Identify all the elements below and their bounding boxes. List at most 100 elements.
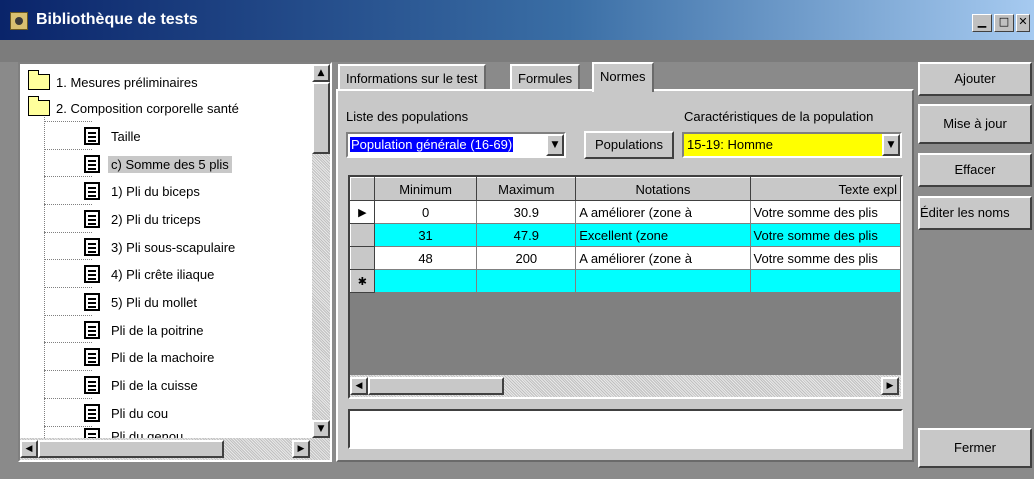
- tree-test-item[interactable]: 4) Pli crête iliaque: [84, 262, 217, 286]
- description-textbox[interactable]: [348, 409, 903, 449]
- tab-informations[interactable]: Informations sur le test: [338, 64, 486, 90]
- tree-label: Pli du cou: [111, 405, 169, 421]
- column-header-minimum[interactable]: Minimum: [373, 177, 478, 201]
- grid-horizontal-scrollbar[interactable]: ◀ ▶: [350, 375, 901, 397]
- cell-maximum[interactable]: 47.9: [476, 223, 577, 247]
- tree-test-item[interactable]: Pli de la machoire: [84, 345, 217, 369]
- tree-test-item[interactable]: c) Somme des 5 plis: [84, 152, 232, 176]
- document-icon: [84, 293, 100, 311]
- tree-connector: [44, 287, 92, 288]
- tree-test-item[interactable]: 5) Pli du mollet: [84, 290, 200, 314]
- row-selector-header: [350, 177, 375, 201]
- cell-minimum[interactable]: 48: [373, 246, 478, 270]
- minimize-button[interactable]: ▁: [972, 14, 992, 32]
- tab-formules[interactable]: Formules: [510, 64, 581, 90]
- cell-notation[interactable]: [575, 269, 751, 293]
- folder-open-icon: [28, 96, 50, 116]
- tree-label: 4) Pli crête iliaque: [111, 266, 215, 282]
- column-header-texte[interactable]: Texte expl: [749, 177, 901, 201]
- tree-folder-item[interactable]: 1. Mesures préliminaires: [28, 70, 201, 94]
- app-icon: [10, 12, 28, 30]
- tree-connector: [44, 232, 92, 233]
- tree-test-item[interactable]: Pli de la poitrine: [84, 318, 207, 342]
- normes-table: Minimum Maximum Notations Texte expl ▶ 0…: [350, 177, 901, 293]
- document-icon: [84, 127, 100, 145]
- ajouter-button[interactable]: Ajouter: [918, 62, 1032, 96]
- scroll-left-icon[interactable]: ◀: [20, 440, 38, 458]
- tree-test-item[interactable]: 1) Pli du biceps: [84, 179, 203, 203]
- table-row[interactable]: 31 47.9 Excellent (zone Votre somme des …: [350, 223, 901, 247]
- population-select[interactable]: Population générale (16-69) ▼: [346, 132, 566, 158]
- maximize-button[interactable]: □: [994, 14, 1014, 32]
- scroll-down-icon[interactable]: ▼: [312, 420, 330, 438]
- tree-test-item[interactable]: 2) Pli du triceps: [84, 207, 204, 231]
- scroll-thumb[interactable]: [38, 440, 224, 458]
- tree-connector: [44, 370, 92, 371]
- row-selector[interactable]: [350, 223, 375, 247]
- tree-label: Pli de la cuisse: [111, 377, 198, 393]
- cell-texte[interactable]: Votre somme des plis: [749, 223, 901, 247]
- close-button[interactable]: ✕: [1016, 14, 1030, 32]
- editer-noms-button[interactable]: Éditer les noms: [918, 196, 1032, 230]
- caracteristiques-select[interactable]: 15-19: Homme ▼: [682, 132, 902, 158]
- cell-minimum[interactable]: 0: [373, 200, 478, 224]
- tree-test-item[interactable]: Pli de la cuisse: [84, 373, 201, 397]
- scroll-up-icon[interactable]: ▲: [312, 64, 330, 82]
- tree-label: 1) Pli du biceps: [111, 183, 200, 199]
- tree-label: 3) Pli sous-scapulaire: [111, 239, 236, 255]
- tree-folder-item[interactable]: 2. Composition corporelle santé: [28, 96, 242, 120]
- scroll-right-icon[interactable]: ▶: [881, 377, 899, 395]
- cell-notation[interactable]: A améliorer (zone à: [575, 246, 751, 270]
- fermer-button[interactable]: Fermer: [918, 428, 1032, 468]
- new-row-marker-icon[interactable]: ✱: [350, 269, 375, 293]
- table-row[interactable]: 48 200 A améliorer (zone à Votre somme d…: [350, 246, 901, 270]
- populations-label: Liste des populations: [346, 109, 469, 124]
- cell-maximum[interactable]: [476, 269, 577, 293]
- title-strip: [0, 40, 1034, 62]
- scroll-thumb[interactable]: [312, 82, 330, 154]
- scroll-right-icon[interactable]: ▶: [292, 440, 310, 458]
- tree-horizontal-scrollbar[interactable]: ◀ ▶: [20, 438, 330, 460]
- document-icon: [84, 238, 100, 256]
- app-window: Bibliothèque de tests ▁ □ ✕ 1. Mesures p…: [0, 0, 1034, 479]
- cell-texte[interactable]: Votre somme des plis: [749, 200, 901, 224]
- scroll-thumb[interactable]: [368, 377, 504, 395]
- tree-label: 5) Pli du mollet: [111, 294, 197, 310]
- table-row[interactable]: ▶ 0 30.9 A améliorer (zone à Votre somme…: [350, 200, 901, 224]
- tree-test-item[interactable]: Taille: [84, 124, 144, 148]
- scroll-left-icon[interactable]: ◀: [350, 377, 368, 395]
- tab-normes[interactable]: Normes: [592, 62, 654, 92]
- column-header-maximum[interactable]: Maximum: [476, 177, 577, 201]
- chevron-down-icon[interactable]: ▼: [882, 134, 900, 156]
- tree-connector: [44, 149, 92, 150]
- tree-connector: [44, 204, 92, 205]
- chevron-down-icon[interactable]: ▼: [546, 134, 564, 156]
- mise-a-jour-button[interactable]: Mise à jour: [918, 104, 1032, 144]
- effacer-button[interactable]: Effacer: [918, 153, 1032, 187]
- cell-texte[interactable]: [749, 269, 901, 293]
- tree-test-item[interactable]: Pli du cou: [84, 401, 171, 425]
- column-header-notations[interactable]: Notations: [575, 177, 751, 201]
- cell-maximum[interactable]: 30.9: [476, 200, 577, 224]
- new-row[interactable]: ✱: [350, 269, 901, 293]
- normes-grid[interactable]: Minimum Maximum Notations Texte expl ▶ 0…: [348, 175, 903, 399]
- caracteristiques-label: Caractéristiques de la population: [684, 109, 874, 124]
- cell-notation[interactable]: A améliorer (zone à: [575, 200, 751, 224]
- cell-minimum[interactable]: 31: [373, 223, 478, 247]
- test-tree[interactable]: 1. Mesures préliminaires 2. Composition …: [18, 62, 332, 462]
- document-icon: [84, 265, 100, 283]
- populations-button[interactable]: Populations: [584, 131, 674, 159]
- row-selector[interactable]: [350, 246, 375, 270]
- tree-connector: [44, 176, 92, 177]
- cell-maximum[interactable]: 200: [476, 246, 577, 270]
- document-icon: [84, 155, 100, 173]
- cell-minimum[interactable]: [373, 269, 478, 293]
- tree-label: Pli de la poitrine: [111, 322, 204, 338]
- cell-notation[interactable]: Excellent (zone: [575, 223, 751, 247]
- tree-vertical-scrollbar[interactable]: ▲ ▼: [312, 64, 330, 438]
- current-row-marker-icon[interactable]: ▶: [350, 200, 375, 224]
- tree-label: c) Somme des 5 plis: [108, 155, 232, 173]
- tree-test-item[interactable]: 3) Pli sous-scapulaire: [84, 235, 238, 259]
- title-bar[interactable]: Bibliothèque de tests ▁ □ ✕: [0, 0, 1034, 40]
- cell-texte[interactable]: Votre somme des plis: [749, 246, 901, 270]
